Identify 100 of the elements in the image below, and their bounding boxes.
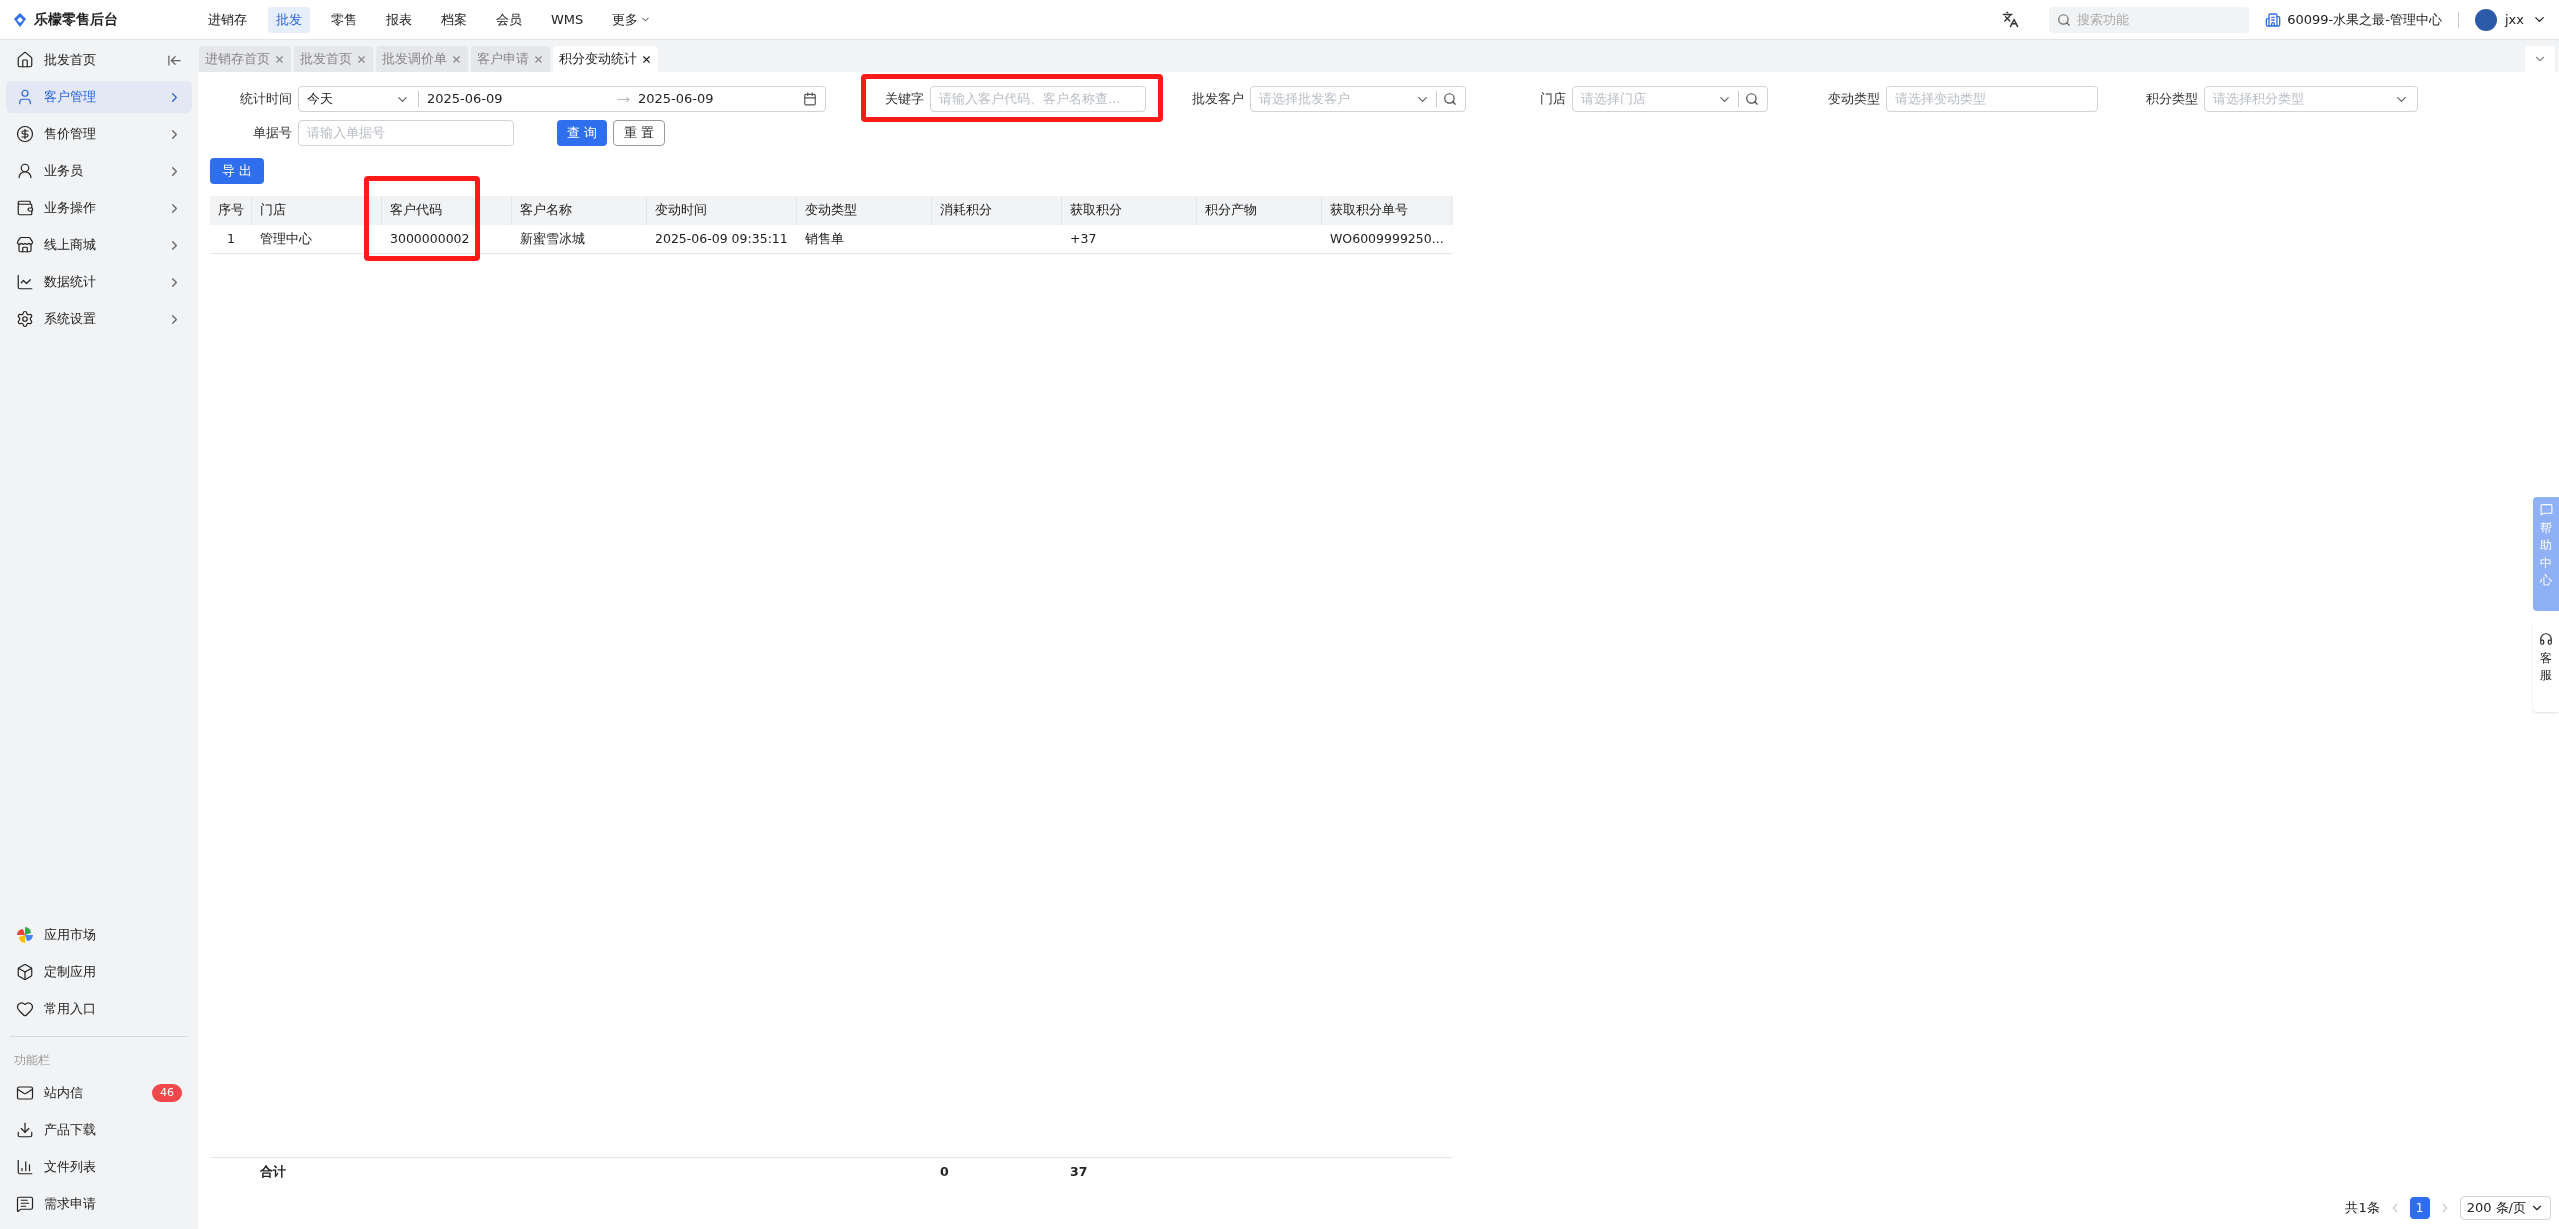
summary-label: 合计 xyxy=(260,1164,286,1180)
filter-label: 关键字 xyxy=(884,90,924,109)
settings-icon xyxy=(16,310,34,328)
table-cell: +37 xyxy=(1070,230,1097,246)
sidebar-item[interactable]: 需求申请 xyxy=(6,1188,192,1220)
date-range-field[interactable]: 今天 2025-06-09 2025-06-09 xyxy=(298,86,826,112)
user-name[interactable]: jxx xyxy=(2505,9,2524,30)
sidebar-item[interactable]: 业务员 xyxy=(6,155,192,187)
brand-name: 乐檬零售后台 xyxy=(34,10,118,29)
column-header: 门店 xyxy=(252,196,382,225)
column-header: 消耗积分 xyxy=(932,196,1062,225)
query-button[interactable]: 查 询 xyxy=(557,120,608,146)
avatar[interactable] xyxy=(2475,8,2497,31)
placeholder-text: 请选择积分类型 xyxy=(2213,90,2305,109)
total-count: 共1条 xyxy=(2345,1199,2380,1218)
translate-icon[interactable] xyxy=(2002,11,2020,28)
store-icon xyxy=(16,236,34,254)
placeholder-text: 搜索功能 xyxy=(2077,10,2130,29)
sidebar-item[interactable]: 售价管理 xyxy=(6,118,192,150)
search-icon xyxy=(1745,92,1759,106)
filter-label: 统计时间 xyxy=(239,90,292,109)
heart-icon xyxy=(16,1000,34,1018)
nav-tab[interactable]: 进销存 xyxy=(200,6,255,33)
period-preset[interactable]: 今天 xyxy=(307,89,395,109)
nav-tab[interactable]: 更多 xyxy=(604,6,660,33)
nav-tab[interactable]: 零售 xyxy=(323,6,365,33)
column-header: 获取积分单号 xyxy=(1322,196,1452,225)
filter-label: 批发客户 xyxy=(1191,90,1244,109)
logo-icon xyxy=(12,11,28,28)
message-icon xyxy=(2539,503,2553,516)
sidebar-item[interactable]: 业务操作 xyxy=(6,192,192,224)
section-title: 功能栏 xyxy=(13,1052,51,1069)
column-header: 变动类型 xyxy=(797,196,932,225)
page-number[interactable]: 1 xyxy=(2409,1197,2430,1219)
summary-value: 0 xyxy=(940,1164,949,1180)
column-header: 获取积分 xyxy=(1062,196,1197,225)
column-header: 变动时间 xyxy=(647,196,797,225)
nav-tab[interactable]: 会员 xyxy=(488,6,530,33)
table-cell: 管理中心 xyxy=(260,230,312,246)
reset-button[interactable]: 重 置 xyxy=(613,120,666,146)
sidebar-item[interactable]: 线上商城 xyxy=(6,229,192,261)
close-icon[interactable] xyxy=(641,53,652,65)
sidebar-item[interactable]: 定制应用 xyxy=(6,956,192,988)
sidebar-item[interactable]: 站内信 46 xyxy=(6,1077,192,1109)
sidebar-item[interactable]: 批发首页 xyxy=(6,44,192,76)
nav-tab[interactable]: WMS xyxy=(543,6,592,33)
nav-tab[interactable]: 档案 xyxy=(433,6,475,33)
page-size-select[interactable]: 200 条/页 xyxy=(2459,1196,2551,1220)
mail-icon xyxy=(16,1084,34,1102)
export-button[interactable]: 导 出 xyxy=(210,158,265,184)
sidebar-item[interactable]: 系统设置 xyxy=(6,303,192,335)
column-header: 积分产物 xyxy=(1197,196,1322,225)
filter-label: 变动类型 xyxy=(1827,90,1880,109)
headset-icon xyxy=(2539,632,2553,646)
sidebar-item[interactable]: 产品下载 xyxy=(6,1114,192,1146)
placeholder-text: 请选择批发客户 xyxy=(1259,90,1351,109)
sidebar-item[interactable]: 应用市场 xyxy=(6,919,192,951)
organization-name[interactable]: 60099-水果之最-管理中心 xyxy=(2287,9,2442,30)
calendar-icon xyxy=(803,92,817,106)
page-tab[interactable]: 积分变动统计 xyxy=(553,46,658,72)
bar-chart-icon xyxy=(16,1158,34,1176)
message-icon xyxy=(16,1195,34,1213)
table-cell: 2025-06-09 09:35:11 xyxy=(655,230,788,246)
customer-service-tab[interactable]: 客服 xyxy=(2533,620,2559,712)
search-icon xyxy=(2057,12,2072,27)
search-icon xyxy=(1443,92,1457,106)
nav-tab[interactable]: 报表 xyxy=(378,6,420,33)
sidebar-item[interactable]: 常用入口 xyxy=(6,993,192,1025)
home-icon xyxy=(16,51,34,69)
start-date: 2025-06-09 xyxy=(427,90,504,109)
filter-label: 积分类型 xyxy=(2145,90,2198,109)
placeholder-text: 请输入单据号 xyxy=(307,124,386,143)
placeholder-text: 请输入客户代码、客户名称查... xyxy=(939,90,1122,109)
wallet-icon xyxy=(16,199,34,217)
download-icon xyxy=(16,1121,34,1139)
table-cell: 新蜜雪冰城 xyxy=(520,230,585,246)
nav-tab[interactable]: 批发 xyxy=(268,6,310,33)
column-header: 客户名称 xyxy=(512,196,647,225)
table-cell: 3000000002 xyxy=(390,230,470,246)
user-icon xyxy=(16,88,34,106)
building-icon xyxy=(2265,11,2282,28)
placeholder-text: 请选择变动类型 xyxy=(1895,90,1987,109)
line-chart-icon xyxy=(16,273,34,291)
table-cell: 销售单 xyxy=(805,230,844,246)
placeholder-text: 请选择门店 xyxy=(1581,90,1647,109)
pinwheel-icon xyxy=(16,926,34,944)
table-cell: 1 xyxy=(227,230,235,246)
count-badge: 46 xyxy=(152,1084,182,1102)
summary-value: 37 xyxy=(1070,1164,1088,1180)
box-icon xyxy=(16,963,34,981)
sidebar-item[interactable]: 数据统计 xyxy=(6,266,192,298)
person-icon xyxy=(16,162,34,180)
coin-icon xyxy=(16,125,34,143)
sidebar-item[interactable]: 文件列表 xyxy=(6,1151,192,1183)
table-cell: WO6009999250... xyxy=(1330,230,1444,246)
sidebar-item[interactable]: 客户管理 xyxy=(6,81,192,113)
filter-label: 门店 xyxy=(1539,90,1566,109)
filter-label: 单据号 xyxy=(252,124,292,143)
end-date: 2025-06-09 xyxy=(638,90,715,109)
column-header: 客户代码 xyxy=(382,196,512,225)
